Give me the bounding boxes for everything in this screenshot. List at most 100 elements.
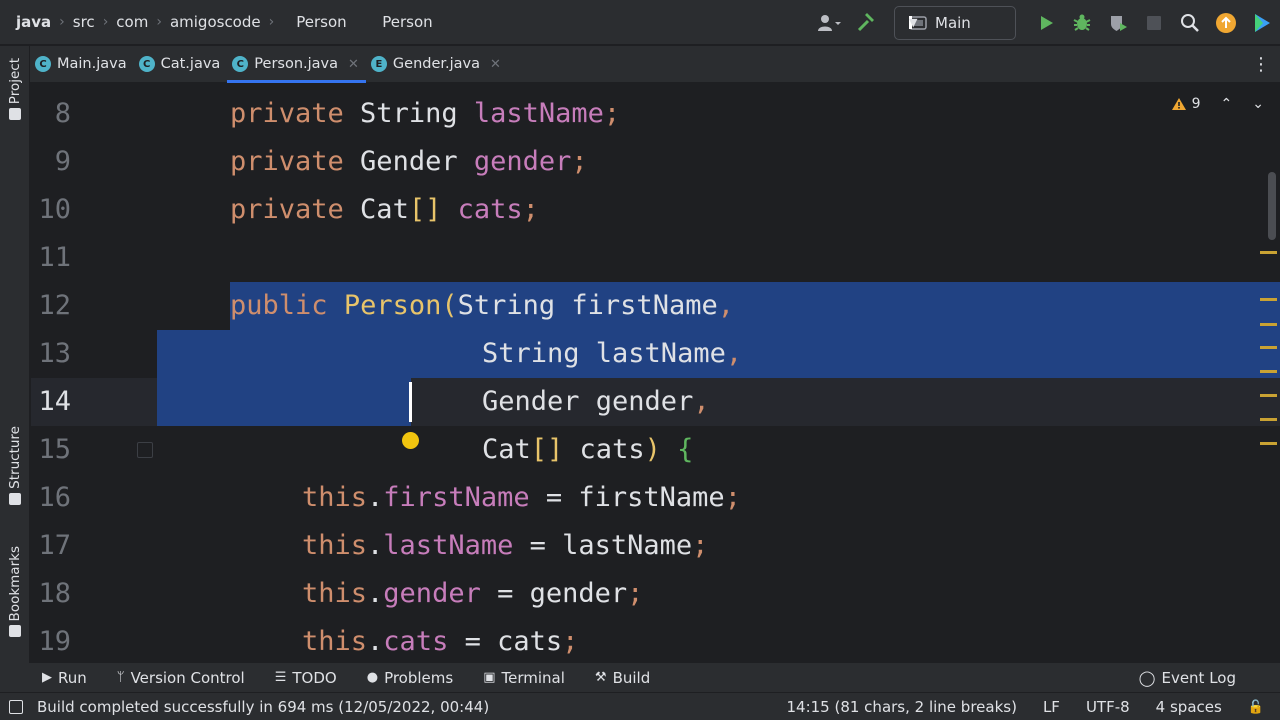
structure-icon — [9, 492, 21, 505]
status-bar: Build completed successfully in 694 ms (… — [0, 692, 1280, 720]
line-number: 19 — [38, 626, 71, 657]
todo-tool-button[interactable]: ☰ TODO — [275, 669, 337, 687]
error-stripe-mark[interactable] — [1260, 418, 1277, 421]
class-icon: C — [138, 56, 155, 72]
code-line: private String lastName; — [230, 98, 621, 129]
code-with-me-icon[interactable] — [1244, 0, 1280, 45]
breadcrumb: java› src› com› amigoscode› Person› Pers… — [0, 0, 433, 45]
event-log-button[interactable]: ◯ Event Log — [1139, 663, 1236, 692]
chevron-down-icon[interactable]: ⌄ — [1252, 96, 1264, 112]
breadcrumb-item[interactable]: Person — [382, 13, 432, 31]
line-number: 16 — [38, 482, 71, 513]
more-options-icon[interactable]: ⋮ — [1252, 46, 1270, 83]
line-number: 15 — [38, 434, 71, 465]
run-configuration-select[interactable]: Main ▼ — [894, 5, 1016, 40]
speech-bubble-icon: ◯ — [1138, 668, 1156, 687]
line-number: 14 — [38, 386, 71, 417]
caret-position[interactable]: 14:15 (81 chars, 2 line breaks) — [786, 698, 1016, 716]
terminal-tool-button[interactable]: ▣ Terminal — [483, 669, 565, 687]
code-line: String lastName, — [482, 338, 743, 369]
hammer-icon: ⚒ — [594, 670, 607, 685]
debug-icon[interactable] — [1064, 0, 1100, 45]
build-tool-button[interactable]: ⚒ Build — [595, 669, 650, 687]
lock-icon[interactable]: 🔓 — [1248, 700, 1264, 715]
code-line: this.lastName = lastName; — [302, 530, 709, 561]
info-icon: ● — [366, 670, 379, 685]
code-line: public Person(String firstName, — [230, 290, 734, 321]
text-selection — [157, 378, 411, 426]
tool-window-strip: Project Structure Bookmarks — [0, 46, 30, 663]
chevron-down-icon: ▼ — [909, 16, 917, 29]
mouse-pointer-icon — [402, 432, 419, 449]
breadcrumb-separator-icon: › — [268, 14, 275, 30]
code-line: private Gender gender; — [230, 146, 588, 177]
close-icon[interactable]: ✕ — [348, 57, 359, 72]
breadcrumb-item[interactable]: amigoscode › — [170, 13, 282, 31]
version-control-tool-button[interactable]: ᛘ Version Control — [117, 669, 245, 687]
project-tool-window-button[interactable]: Project — [4, 58, 26, 121]
build-hammer-icon[interactable] — [848, 0, 884, 45]
vertical-scrollbar[interactable] — [1268, 172, 1276, 240]
error-stripe-mark[interactable] — [1260, 251, 1277, 254]
code-editor[interactable]: 8 9 10 11 12 13 14 15 16 17 18 19 privat… — [31, 84, 1280, 663]
breadcrumb-separator-icon: › — [102, 14, 109, 30]
tool-window-bar: ▶ Run ᛘ Version Control ☰ TODO ● Problems ▣ T… — [0, 663, 1280, 692]
run-icon[interactable] — [1028, 0, 1064, 45]
code-line: this.firstName = firstName; — [302, 482, 741, 513]
warning-icon — [1171, 98, 1186, 110]
stop-icon[interactable] — [1136, 0, 1172, 45]
line-number: 9 — [54, 146, 71, 177]
breadcrumb-item[interactable]: Person› — [296, 13, 368, 31]
tab-person-java[interactable]: C Person.java ✕ — [227, 46, 366, 83]
chevron-up-icon[interactable]: ⌃ — [1221, 96, 1233, 112]
coverage-icon[interactable] — [1100, 0, 1136, 45]
text-caret — [409, 382, 412, 422]
error-stripe-mark[interactable] — [1260, 442, 1277, 445]
line-number: 11 — [38, 242, 71, 273]
error-stripe-mark[interactable] — [1260, 298, 1277, 301]
panel-toggle-icon[interactable] — [9, 699, 23, 714]
navigation-bar: java› src› com› amigoscode› Person› Pers… — [0, 0, 1280, 45]
status-message[interactable]: Build completed successfully in 694 ms (… — [37, 698, 489, 716]
line-number: 17 — [38, 530, 71, 561]
breadcrumb-item[interactable]: com › — [116, 13, 170, 31]
breadcrumb-separator-icon: › — [156, 14, 162, 30]
inspection-widget[interactable]: 9 ⌃ ⌄ — [1171, 96, 1264, 112]
run-tool-button[interactable]: ▶ Run — [42, 669, 87, 687]
breadcrumb-separator-icon: › — [355, 14, 361, 30]
file-encoding[interactable]: UTF-8 — [1086, 698, 1130, 716]
error-stripe-mark[interactable] — [1260, 370, 1277, 373]
line-number: 10 — [38, 194, 71, 225]
line-separator[interactable]: LF — [1043, 698, 1060, 716]
class-icon: C — [232, 56, 249, 72]
line-number: 12 — [38, 290, 71, 321]
breadcrumb-item[interactable]: java › — [16, 13, 73, 31]
play-icon: ▶ — [42, 670, 52, 685]
breadcrumb-item[interactable]: src › — [73, 13, 117, 31]
code-line: Gender gender, — [482, 386, 710, 417]
error-stripe-mark[interactable] — [1260, 346, 1277, 349]
user-icon[interactable] — [812, 0, 848, 45]
tab-main-java[interactable]: C Main.java — [30, 46, 134, 82]
problems-tool-button[interactable]: ● Problems — [367, 669, 453, 687]
fold-marker-icon[interactable] — [137, 442, 153, 458]
tab-gender-java[interactable]: E Gender.java ✕ — [366, 46, 508, 82]
search-icon[interactable] — [1172, 0, 1208, 45]
error-stripe-mark[interactable] — [1260, 394, 1277, 397]
bookmarks-tool-window-button[interactable]: Bookmarks — [4, 546, 26, 638]
structure-tool-window-button[interactable]: Structure — [4, 426, 26, 505]
line-number: 18 — [38, 578, 71, 609]
close-icon[interactable]: ✕ — [490, 57, 501, 72]
indent-setting[interactable]: 4 spaces — [1156, 698, 1222, 716]
enum-icon: E — [370, 56, 387, 72]
warnings-counter[interactable]: 9 — [1171, 96, 1201, 112]
tab-cat-java[interactable]: C Cat.java — [134, 46, 228, 82]
class-icon: C — [35, 56, 51, 72]
branch-icon: ᛘ — [116, 670, 125, 685]
breadcrumb-separator-icon: › — [59, 14, 65, 30]
error-stripe-mark[interactable] — [1260, 323, 1277, 326]
line-number: 13 — [38, 338, 71, 369]
list-icon: ☰ — [274, 670, 287, 685]
update-icon[interactable] — [1208, 0, 1244, 45]
code-line: this.gender = gender; — [302, 578, 644, 609]
